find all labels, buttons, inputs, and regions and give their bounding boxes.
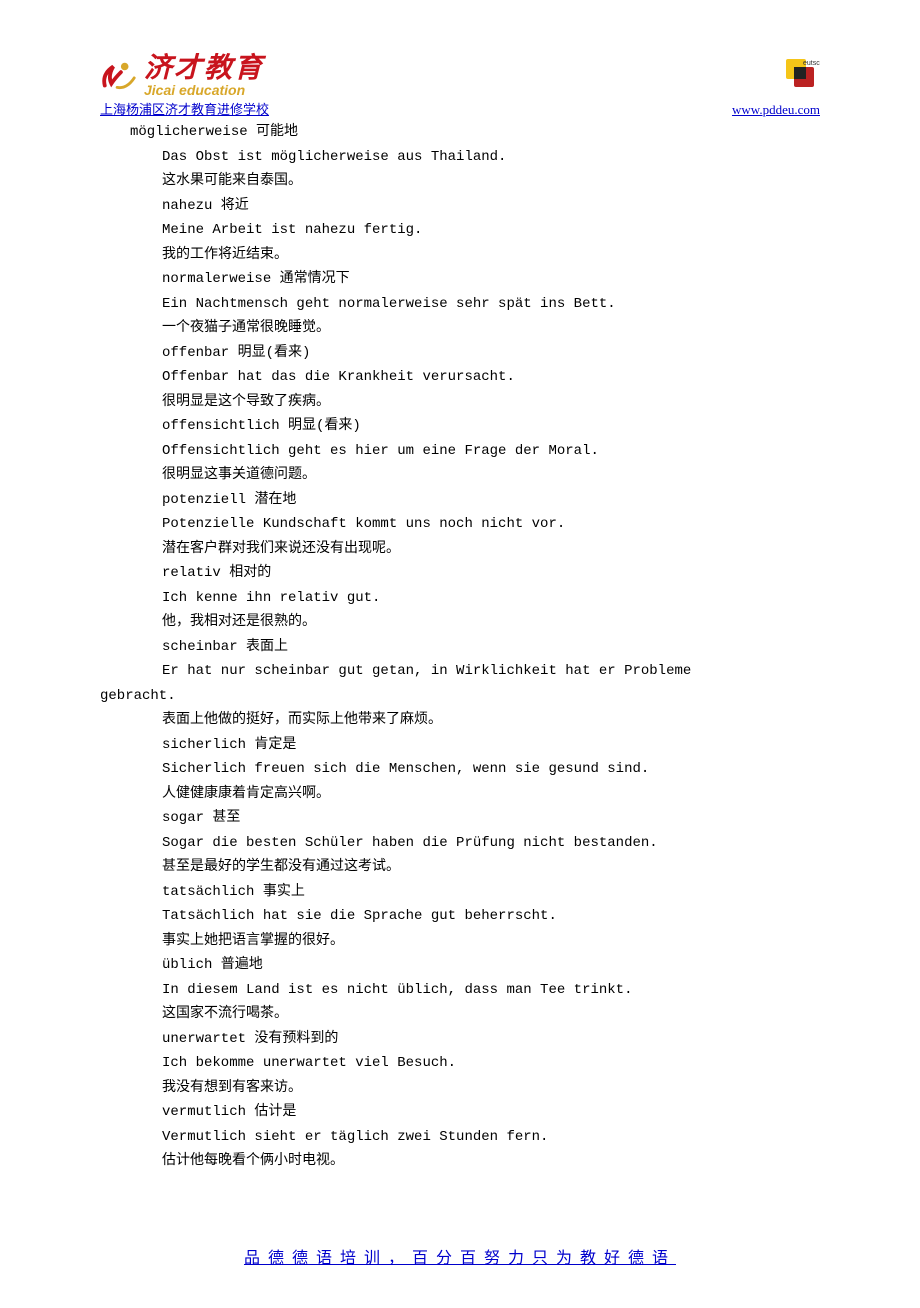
text-line: 很明显是这个导致了疾病。 [100,390,820,415]
text-line: offenbar 明显(看来) [100,341,820,366]
text-line: 这国家不流行喝茶。 [100,1002,820,1027]
header-links-row: 上海杨浦区济才教育进修学校 www.pddeu.com [100,99,820,118]
text-line: Sogar die besten Schüler haben die Prüfu… [100,831,820,856]
text-line: Ich bekomme unerwartet viel Besuch. [100,1051,820,1076]
logo-chinese: 济才教育 [144,55,264,83]
text-line: unerwartet 没有预料到的 [100,1027,820,1052]
text-line: sogar 甚至 [100,806,820,831]
text-line: In diesem Land ist es nicht üblich, dass… [100,978,820,1003]
school-link[interactable]: 上海杨浦区济才教育进修学校 [100,99,269,118]
text-line: 甚至是最好的学生都没有通过这考试。 [100,855,820,880]
text-line: Offensichtlich geht es hier um eine Frag… [100,439,820,464]
text-line: 估计他每晚看个俩小时电视。 [100,1149,820,1174]
text-line: normalerweise 通常情况下 [100,267,820,292]
content-body: möglicherweise 可能地Das Obst ist möglicher… [100,120,820,1174]
text-line: 一个夜猫子通常很晚睡觉。 [100,316,820,341]
text-line: 他，我相对还是很熟的。 [100,610,820,635]
text-line: 这水果可能来自泰国。 [100,169,820,194]
deutsch-flag-icon: eutsch [780,55,820,95]
header-right: eutsch [780,55,820,97]
text-line: scheinbar 表面上 [100,635,820,660]
footer-slogan: 品德德语培训，百分百努力只为教好德语 [100,1244,820,1268]
text-line: gebracht. [100,684,820,709]
logo-text: 济才教育 Jicai education [144,55,264,97]
text-line: 人健健康康着肯定高兴啊。 [100,782,820,807]
text-line: Ich kenne ihn relativ gut. [100,586,820,611]
text-line: 我的工作将近结束。 [100,243,820,268]
header-left: 济才教育 Jicai education [100,55,264,97]
text-line: 事实上她把语言掌握的很好。 [100,929,820,954]
text-line: 我没有想到有客来访。 [100,1076,820,1101]
text-line: vermutlich 估计是 [100,1100,820,1125]
text-line: tatsächlich 事实上 [100,880,820,905]
text-line: offensichtlich 明显(看来) [100,414,820,439]
text-line: nahezu 将近 [100,194,820,219]
logo-block: 济才教育 Jicai education [100,55,264,97]
text-line: üblich 普遍地 [100,953,820,978]
text-line: potenziell 潜在地 [100,488,820,513]
text-line: sicherlich 肯定是 [100,733,820,758]
text-line: Ein Nachtmensch geht normalerweise sehr … [100,292,820,317]
logo-english: Jicai education [144,83,264,97]
text-line: 表面上他做的挺好，而实际上他带来了麻烦。 [100,708,820,733]
document-page: 济才教育 Jicai education eutsch 上海杨浦区济才教育进修学… [0,0,920,1308]
jicai-logo-icon [100,57,138,95]
text-line: 潜在客户群对我们来说还没有出现呢。 [100,537,820,562]
text-line: Er hat nur scheinbar gut getan, in Wirkl… [100,659,820,684]
text-line: Vermutlich sieht er täglich zwei Stunden… [100,1125,820,1150]
svg-text:eutsch: eutsch [803,60,820,67]
text-line: Das Obst ist möglicherweise aus Thailand… [100,145,820,170]
text-line: möglicherweise 可能地 [100,120,820,145]
text-line: relativ 相对的 [100,561,820,586]
text-line: Potenzielle Kundschaft kommt uns noch ni… [100,512,820,537]
header: 济才教育 Jicai education eutsch [100,55,820,97]
text-line: 很明显这事关道德问题。 [100,463,820,488]
text-line: Sicherlich freuen sich die Menschen, wen… [100,757,820,782]
website-link[interactable]: www.pddeu.com [732,102,820,118]
text-line: Tatsächlich hat sie die Sprache gut behe… [100,904,820,929]
text-line: Offenbar hat das die Krankheit verursach… [100,365,820,390]
text-line: Meine Arbeit ist nahezu fertig. [100,218,820,243]
